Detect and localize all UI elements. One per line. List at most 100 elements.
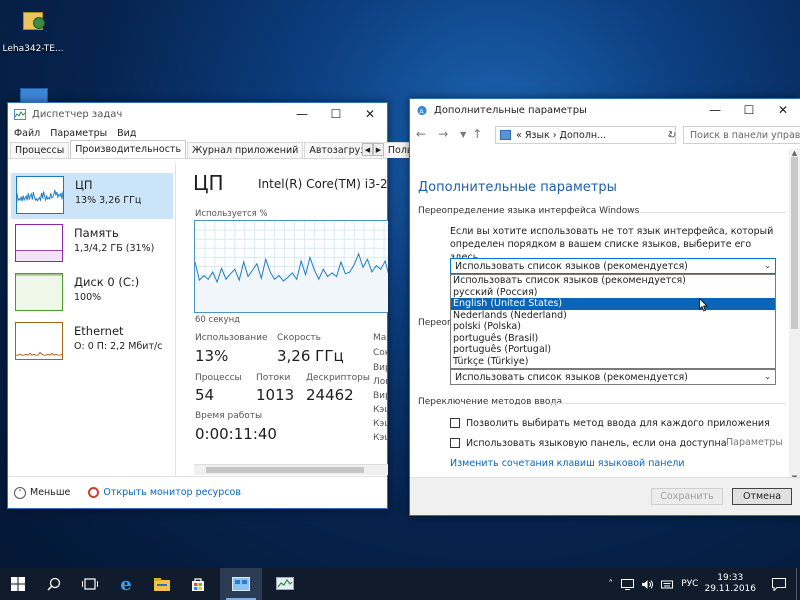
graph-time-label: 60 секунд bbox=[195, 315, 241, 325]
task-manager-titlebar[interactable]: Диспетчер задач — ☐ ✕ bbox=[8, 103, 387, 125]
perf-item-disk[interactable]: Диск 0 (C:) 100% bbox=[11, 271, 173, 317]
tab-scroll-buttons: ◀ ▶ bbox=[362, 143, 384, 156]
dropdown-option[interactable]: português (Portugal) bbox=[451, 344, 775, 356]
cpu-model-name: Intel(R) Core(TM) i3-212 bbox=[258, 177, 388, 191]
scroll-up-icon[interactable]: ▲ bbox=[789, 149, 800, 157]
dropdown-option[interactable]: русский (Россия) bbox=[451, 287, 775, 299]
checkbox[interactable] bbox=[450, 418, 460, 428]
scrollbar-thumb[interactable] bbox=[206, 467, 364, 473]
back-arrow-icon[interactable]: ← bbox=[416, 127, 426, 141]
menu-file[interactable]: Файл bbox=[14, 128, 40, 139]
tab-performance[interactable]: Производительность bbox=[70, 140, 187, 158]
show-desktop-button[interactable] bbox=[796, 568, 800, 600]
memory-mini-graph bbox=[15, 224, 63, 262]
stat-label-usage: Использование bbox=[195, 333, 268, 343]
save-button[interactable]: Сохранить bbox=[651, 488, 723, 505]
clock[interactable]: 19:33 29.11.2016 bbox=[704, 573, 756, 595]
keyboard-icon[interactable] bbox=[661, 579, 674, 590]
desktop-icon-label: Leha342-TE... bbox=[2, 44, 64, 54]
cpu-mini-line bbox=[17, 189, 63, 202]
svg-text:A: A bbox=[419, 107, 424, 115]
search-icon bbox=[47, 577, 61, 591]
side-label: Лог bbox=[373, 377, 388, 387]
scrollbar-thumb[interactable] bbox=[791, 157, 798, 329]
perf-item-ethernet[interactable]: Ethernet О: 0 П: 2,2 Мбит/с bbox=[11, 320, 173, 366]
dropdown-option[interactable]: polski (Polska) bbox=[451, 321, 775, 333]
section-title-display-language: Переопределение языка интерфейса Windows bbox=[418, 206, 640, 216]
tab-scroll-right-icon[interactable]: ▶ bbox=[373, 143, 384, 156]
tab-app-history[interactable]: Журнал приложений bbox=[187, 142, 304, 158]
cancel-button[interactable]: Отмена bbox=[732, 488, 792, 505]
tab-scroll-left-icon[interactable]: ◀ bbox=[362, 143, 373, 156]
address-bar[interactable]: « Язык › Дополн... ⌄ bbox=[495, 126, 676, 144]
menu-bar: Файл Параметры Вид bbox=[8, 125, 387, 141]
store-icon bbox=[192, 578, 204, 591]
up-arrow-icon[interactable]: ↑ bbox=[472, 127, 482, 141]
perf-item-value: О: 0 П: 2,2 Мбит/с bbox=[74, 341, 163, 352]
perf-item-name: Диск 0 (C:) bbox=[74, 275, 140, 289]
dropdown-option[interactable]: Использовать список языков (рекомендуетс… bbox=[451, 275, 775, 287]
recent-dropdown-icon[interactable]: ▼ bbox=[460, 130, 466, 139]
chevron-up-icon[interactable]: ˄ bbox=[14, 486, 26, 499]
stat-value-speed: 3,26 ГГц bbox=[277, 347, 344, 365]
section-divider bbox=[550, 403, 786, 404]
search-button[interactable] bbox=[36, 568, 72, 600]
breadcrumb[interactable]: « Язык › Дополн... bbox=[516, 130, 606, 141]
control-panel-taskbar-button[interactable] bbox=[220, 568, 262, 600]
network-icon[interactable] bbox=[621, 578, 635, 590]
forward-arrow-icon[interactable]: → bbox=[438, 127, 448, 141]
close-button[interactable]: ✕ bbox=[766, 99, 800, 121]
perf-item-memory[interactable]: Память 1,3/4,2 ГБ (31%) bbox=[11, 222, 173, 268]
close-button[interactable]: ✕ bbox=[353, 103, 387, 125]
menu-view[interactable]: Вид bbox=[117, 128, 136, 139]
perf-item-cpu[interactable]: ЦП 13% 3,26 ГГц bbox=[11, 173, 173, 219]
store-taskbar-button[interactable] bbox=[180, 568, 216, 600]
control-panel-icon bbox=[232, 577, 250, 591]
open-resource-monitor-link[interactable]: Открыть монитор ресурсов bbox=[103, 487, 241, 498]
folder-icon bbox=[154, 577, 170, 591]
locale-format-select[interactable]: Использовать список языков (рекомендуетс… bbox=[450, 369, 776, 385]
cpu-usage-area bbox=[195, 253, 388, 312]
task-manager-taskbar-button[interactable] bbox=[264, 568, 306, 600]
dropdown-option[interactable]: Nederlands (Nederland) bbox=[451, 310, 775, 322]
menu-options[interactable]: Параметры bbox=[50, 128, 107, 139]
select-value: Использовать список языков (рекомендуетс… bbox=[455, 260, 688, 272]
dropdown-option-selected[interactable]: English (United States) bbox=[451, 298, 775, 310]
dropdown-option[interactable]: português (Brasil) bbox=[451, 333, 775, 345]
minimize-button[interactable]: — bbox=[285, 103, 319, 125]
chevron-down-icon: ⌄ bbox=[764, 261, 771, 270]
start-button[interactable] bbox=[0, 568, 36, 600]
maximize-button[interactable]: ☐ bbox=[319, 103, 353, 125]
tab-processes[interactable]: Процессы bbox=[10, 142, 70, 158]
edge-taskbar-button[interactable]: e bbox=[108, 568, 144, 600]
checkbox[interactable] bbox=[450, 438, 460, 448]
language-dropdown-list: Использовать список языков (рекомендуетс… bbox=[450, 274, 776, 369]
search-input[interactable]: Поиск в панели управле bbox=[683, 126, 800, 144]
window-title: Дополнительные параметры bbox=[434, 104, 587, 116]
vertical-scrollbar[interactable]: ▲ ▼ bbox=[789, 149, 800, 482]
display-language-select[interactable]: Использовать список языков (рекомендуетс… bbox=[450, 258, 776, 274]
volume-icon[interactable] bbox=[641, 579, 654, 590]
dropdown-option[interactable]: Türkçe (Türkiye) bbox=[451, 356, 775, 368]
change-hotkeys-link[interactable]: Изменить сочетания клавиш языковой панел… bbox=[450, 458, 685, 469]
fewer-details-button[interactable]: Меньше bbox=[30, 487, 70, 498]
per-app-input-checkbox-row[interactable]: Позволить выбирать метод ввода для каждо… bbox=[450, 416, 780, 430]
stat-label-processes: Процессы bbox=[195, 373, 242, 383]
input-language-indicator[interactable]: РУС bbox=[681, 579, 698, 589]
language-bar-options-link[interactable]: Параметры bbox=[726, 437, 783, 448]
task-manager-footer: ˄ Меньше Открыть монитор ресурсов bbox=[8, 476, 387, 508]
disk-mini-graph bbox=[15, 273, 63, 311]
maximize-button[interactable]: ☐ bbox=[732, 99, 766, 121]
perf-item-value: 13% 3,26 ГГц bbox=[75, 195, 142, 206]
explorer-taskbar-button[interactable] bbox=[144, 568, 180, 600]
task-view-button[interactable] bbox=[72, 568, 108, 600]
horizontal-scrollbar[interactable] bbox=[194, 464, 388, 475]
desktop-icon-user-folder[interactable]: Leha342-TE... bbox=[2, 6, 64, 54]
system-tray: ˄ РУС 19:33 29.11.2016 bbox=[608, 568, 800, 600]
advanced-titlebar[interactable]: A Дополнительные параметры — ☐ ✕ bbox=[410, 99, 800, 121]
graph-usage-label: Используется % bbox=[195, 209, 268, 219]
minimize-button[interactable]: — bbox=[698, 99, 732, 121]
refresh-icon[interactable]: ↻ bbox=[668, 126, 681, 144]
chevron-up-icon[interactable]: ˄ bbox=[608, 579, 613, 590]
action-center-icon[interactable] bbox=[772, 577, 786, 591]
